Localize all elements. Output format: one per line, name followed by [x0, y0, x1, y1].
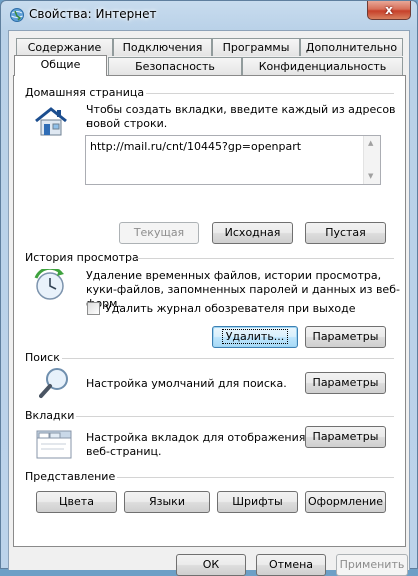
home-description-line2: новой строки. — [86, 117, 168, 130]
section-divider — [62, 358, 394, 359]
general-tab-panel: Домашняя страница Чтобы создать вкладки,… — [13, 75, 406, 547]
scroll-down-icon[interactable]: ▼ — [368, 172, 373, 180]
tab-label: Содержание — [27, 41, 102, 54]
home-page-url-textarea[interactable]: http://mail.ru/cnt/10445?gp=openpart ▲ ▼ — [85, 135, 381, 185]
search-description: Настройка умолчаний для поиска. — [86, 377, 287, 390]
tab-label: Безопасность — [135, 60, 215, 73]
tab-content[interactable]: Содержание — [16, 38, 113, 56]
section-divider — [146, 93, 394, 94]
delete-history-on-exit-checkbox[interactable] — [87, 302, 100, 315]
close-button[interactable]: x — [367, 1, 411, 20]
tabs-description-line1: Настройка вкладок для отображения — [86, 431, 306, 444]
languages-button[interactable]: Языки — [124, 491, 210, 513]
tabs-window-icon — [36, 430, 72, 463]
search-settings-button[interactable]: Параметры — [305, 372, 386, 394]
home-icon — [33, 106, 69, 141]
use-default-button[interactable]: Исходная — [212, 222, 293, 244]
accessibility-button[interactable]: Оформление — [305, 491, 386, 513]
tab-label: Подключения — [122, 41, 203, 54]
tab-label: Программы — [222, 41, 290, 54]
tab-label: Конфиденциальность — [258, 60, 387, 73]
home-section-header: Домашняя страница — [25, 86, 144, 99]
title-bar[interactable]: Свойства: Интернет x — [1, 1, 417, 29]
tabs-section-header: Вкладки — [25, 409, 74, 422]
cancel-button[interactable]: Отмена — [256, 554, 326, 576]
delete-history-button[interactable]: Удалить... — [212, 326, 298, 348]
colors-button[interactable]: Цвета — [36, 491, 117, 513]
scroll-up-icon[interactable]: ▲ — [368, 139, 373, 147]
history-settings-button[interactable]: Параметры — [305, 326, 386, 348]
history-clock-icon — [34, 266, 68, 306]
tab-privacy[interactable]: Конфиденциальность — [242, 57, 403, 75]
section-title: История просмотра — [25, 251, 139, 264]
internet-options-icon — [9, 7, 25, 23]
tab-label: Общие — [40, 58, 81, 71]
search-magnifier-icon — [39, 366, 73, 403]
tabs-settings-button[interactable]: Параметры — [305, 426, 386, 448]
home-url-value: http://mail.ru/cnt/10445?gp=openpart — [90, 140, 302, 153]
dialog-window: Свойства: Интернет x Содержание Подключе… — [0, 0, 418, 576]
history-description-line1: Удаление временных файлов, истории просм… — [86, 269, 382, 282]
appearance-section-header: Представление — [25, 470, 115, 483]
apply-button[interactable]: Применить — [336, 554, 408, 576]
window-title: Свойства: Интернет — [29, 7, 157, 21]
tab-general[interactable]: Общие — [14, 55, 107, 76]
tab-programs[interactable]: Программы — [212, 38, 300, 56]
fonts-button[interactable]: Шрифты — [217, 491, 298, 513]
ok-button[interactable]: ОК — [176, 554, 246, 576]
close-icon: x — [385, 3, 393, 17]
use-current-button[interactable]: Текущая — [119, 222, 199, 244]
section-divider — [135, 258, 394, 259]
tab-security[interactable]: Безопасность — [108, 57, 242, 75]
dialog-client-area: Содержание Подключения Программы Дополни… — [8, 30, 410, 576]
section-title: Представление — [25, 470, 116, 483]
section-title: Поиск — [25, 351, 60, 364]
tabs-description-line2: веб-страниц. — [86, 445, 162, 458]
section-title: Домашняя страница — [25, 86, 145, 99]
textarea-scrollbar[interactable]: ▲ ▼ — [363, 136, 380, 184]
section-divider — [117, 477, 394, 478]
tab-connections[interactable]: Подключения — [113, 38, 212, 56]
section-title: Вкладки — [25, 409, 75, 422]
use-blank-button[interactable]: Пустая — [305, 222, 386, 244]
tab-label: Дополнительно — [305, 41, 398, 54]
delete-button-label: Удалить... — [221, 329, 289, 344]
history-section-header: История просмотра — [25, 251, 139, 264]
section-divider — [76, 416, 394, 417]
delete-history-on-exit-label[interactable]: Удалить журнал обозревателя при выходе — [105, 302, 355, 316]
search-section-header: Поиск — [25, 351, 60, 364]
tab-advanced[interactable]: Дополнительно — [300, 38, 403, 56]
